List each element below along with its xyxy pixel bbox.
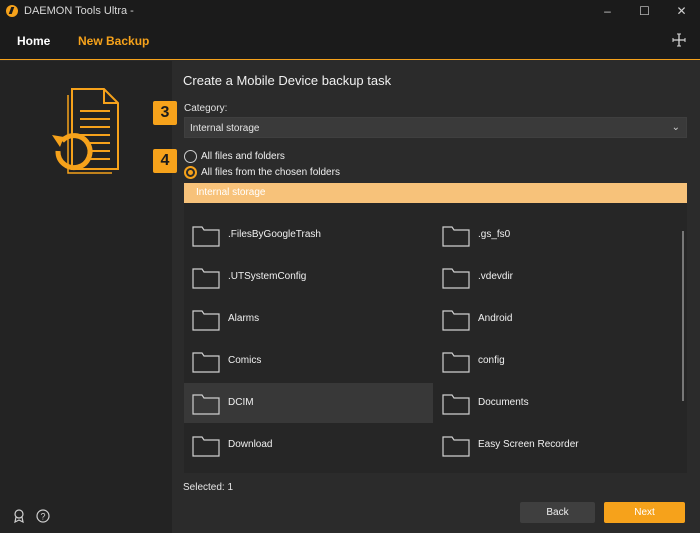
folder-item[interactable]: .UTSystemConfig xyxy=(184,257,433,297)
folder-icon xyxy=(442,268,470,289)
next-button[interactable]: Next xyxy=(604,502,685,523)
back-button[interactable]: Back xyxy=(520,502,595,523)
category-value: Internal storage xyxy=(190,123,260,134)
radio-chosen-folders-label: All files from the chosen folders xyxy=(201,167,340,178)
plus-icon[interactable] xyxy=(672,33,686,47)
chevron-down-icon: ⌄ xyxy=(671,122,680,133)
folder-icon xyxy=(442,436,470,457)
radio-circle-selected[interactable] xyxy=(184,166,197,179)
folder-item-selected[interactable]: DCIM xyxy=(184,383,433,423)
radio-circle[interactable] xyxy=(184,150,197,163)
window-title: DAEMON Tools Ultra - xyxy=(24,5,134,17)
folder-grid: .FilesByGoogleTrash .gs_fs0 .UTSystemCon… xyxy=(184,203,687,473)
folder-name: .gs_fs0 xyxy=(478,229,511,240)
folder-icon xyxy=(192,226,220,247)
folder-grid-scrollbar[interactable] xyxy=(682,231,684,401)
folder-icon xyxy=(192,436,220,457)
main-area: Create a Mobile Device backup task 3 Cat… xyxy=(153,61,700,533)
maximize-button[interactable]: ☐ xyxy=(626,0,663,22)
backup-document-icon xyxy=(52,88,119,174)
folder-item[interactable]: Download xyxy=(184,425,433,465)
svg-text:?: ? xyxy=(40,512,45,522)
folder-item[interactable]: Android xyxy=(434,299,683,339)
nav-new-backup[interactable]: New Backup xyxy=(78,34,149,48)
radio-chosen-folders[interactable]: All files from the chosen folders xyxy=(184,166,340,179)
minimize-button[interactable]: – xyxy=(589,0,626,22)
folder-item[interactable]: Alarms xyxy=(184,299,433,339)
folder-name: Alarms xyxy=(228,313,260,324)
folder-item[interactable]: Easy Screen Recorder xyxy=(434,425,683,465)
folder-name: Documents xyxy=(478,397,529,408)
radio-all-files[interactable]: All files and folders xyxy=(184,150,285,163)
folder-icon xyxy=(442,226,470,247)
window-controls: – ☐ ✕ xyxy=(589,0,700,22)
folder-icon xyxy=(442,394,470,415)
left-panel: ? xyxy=(0,61,172,533)
folder-name: .FilesByGoogleTrash xyxy=(228,229,321,240)
folder-item[interactable]: .vdevdir xyxy=(434,257,683,297)
category-label: Category: xyxy=(184,103,228,114)
nav-home[interactable]: Home xyxy=(17,34,50,48)
folder-icon xyxy=(442,310,470,331)
folder-icon xyxy=(192,310,220,331)
selected-count: Selected: 1 xyxy=(183,482,234,493)
side-icons: ? xyxy=(12,509,50,523)
tree-header-label: Internal storage xyxy=(196,187,266,198)
folder-name: .vdevdir xyxy=(478,271,514,282)
close-button[interactable]: ✕ xyxy=(663,0,700,22)
app-window: DAEMON Tools Ultra - – ☐ ✕ Home New Back… xyxy=(0,0,700,533)
folder-item[interactable]: Comics xyxy=(184,341,433,381)
folder-icon xyxy=(192,352,220,373)
step-4-badge: 4 xyxy=(153,149,177,173)
folder-name: DCIM xyxy=(228,397,254,408)
folder-tree-header[interactable]: Internal storage xyxy=(184,183,687,203)
folder-icon xyxy=(442,352,470,373)
top-navigation: Home New Backup xyxy=(0,22,700,60)
folder-item[interactable]: .gs_fs0 xyxy=(434,215,683,255)
radio-all-files-label: All files and folders xyxy=(201,151,285,162)
step-3-badge: 3 xyxy=(153,101,177,125)
folder-name: Comics xyxy=(228,355,262,366)
badge-icon[interactable] xyxy=(12,509,26,523)
category-select[interactable]: Internal storage ⌄ xyxy=(184,117,687,138)
help-icon[interactable]: ? xyxy=(36,509,50,523)
folder-name: Easy Screen Recorder xyxy=(478,439,579,450)
folder-name: config xyxy=(478,355,505,366)
folder-icon xyxy=(192,268,220,289)
folder-item[interactable]: .FilesByGoogleTrash xyxy=(184,215,433,255)
folder-name: .UTSystemConfig xyxy=(228,271,307,282)
folder-item[interactable]: config xyxy=(434,341,683,381)
daemon-tools-logo-icon xyxy=(6,5,18,17)
folder-item[interactable]: Documents xyxy=(434,383,683,423)
folder-icon xyxy=(192,394,220,415)
title-bar: DAEMON Tools Ultra - – ☐ ✕ xyxy=(0,0,700,22)
page-title: Create a Mobile Device backup task xyxy=(183,73,392,88)
folder-name: Download xyxy=(228,439,273,450)
folder-name: Android xyxy=(478,313,513,324)
